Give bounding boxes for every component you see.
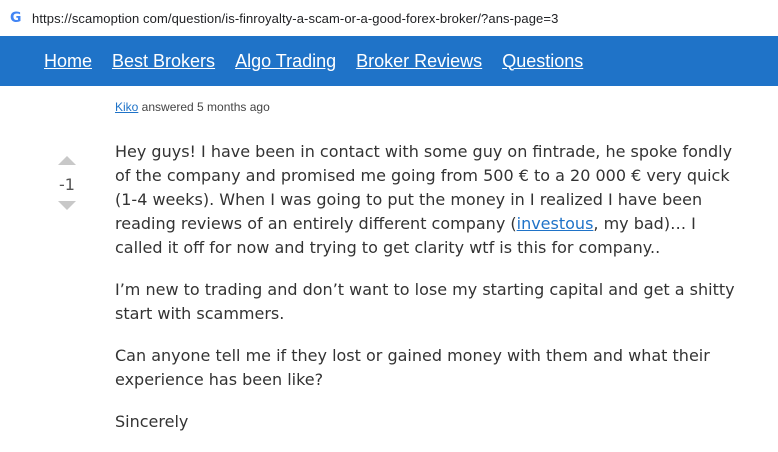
answered-time: answered 5 months ago bbox=[138, 100, 270, 114]
vote-score: -1 bbox=[59, 175, 75, 194]
site-favicon-icon: G bbox=[10, 10, 22, 26]
nav-algo-trading-link[interactable]: Algo Trading bbox=[235, 51, 336, 72]
answer-meta: Kiko answered 5 months ago bbox=[115, 100, 270, 114]
answer-body: Hey guys! I have been in contact with so… bbox=[115, 140, 745, 452]
main-nav: Home Best Brokers Algo Trading Broker Re… bbox=[0, 36, 778, 86]
author-link[interactable]: Kiko bbox=[115, 100, 138, 114]
nav-home-link[interactable]: Home bbox=[44, 51, 92, 72]
nav-broker-reviews-link[interactable]: Broker Reviews bbox=[356, 51, 482, 72]
url-text[interactable]: https://scamoption com/question/is-finro… bbox=[32, 11, 558, 26]
answer-paragraph-1: Hey guys! I have been in contact with so… bbox=[115, 140, 745, 260]
vote-widget: -1 bbox=[55, 156, 79, 210]
nav-best-brokers-link[interactable]: Best Brokers bbox=[112, 51, 215, 72]
answer-paragraph-3: Can anyone tell me if they lost or gaine… bbox=[115, 346, 710, 389]
browser-address-bar[interactable]: G https://scamoption com/question/is-fin… bbox=[0, 0, 778, 37]
upvote-arrow-icon[interactable] bbox=[58, 156, 76, 165]
nav-questions-link[interactable]: Questions bbox=[502, 51, 583, 72]
answer-paragraph-2: I’m new to trading and don’t want to los… bbox=[115, 280, 735, 323]
answer-paragraph-4: Sincerely bbox=[115, 412, 189, 431]
downvote-arrow-icon[interactable] bbox=[58, 201, 76, 210]
investous-link[interactable]: investous bbox=[517, 214, 594, 233]
